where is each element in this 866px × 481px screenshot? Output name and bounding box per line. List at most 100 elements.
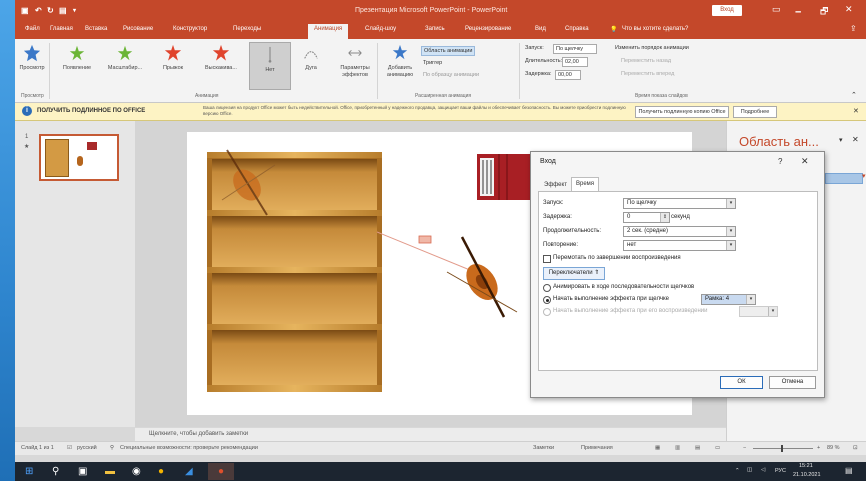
save-icon[interactable]: ▣ [21,6,29,15]
effect-zoom[interactable]: Масштабир... [103,44,147,71]
dlg-delay-spin-icon[interactable]: ⇕ [660,213,669,222]
tray-chevron-icon[interactable]: ⌃ [735,468,740,474]
animation-item-bar[interactable] [825,173,863,184]
notifications-icon[interactable]: ▤ [845,466,853,475]
notes-bar[interactable]: Щелкните, чтобы добавить заметки [135,428,726,441]
zoom-out-icon[interactable]: − [743,445,746,451]
zoom-slider-thumb[interactable] [781,445,783,452]
start-on-play-select[interactable]: ▾ [739,306,778,317]
animation-painter-button[interactable]: По образцу анимации [423,72,479,78]
zoom-slider[interactable] [753,448,813,449]
reading-view-icon[interactable]: ▤ [695,445,700,451]
pane-close-icon[interactable]: ✕ [852,135,859,144]
animation-item-dropdown-icon[interactable]: ▾ [862,172,866,180]
restore-button[interactable]: 🗗 [820,4,828,20]
tab-insert[interactable]: Вставка [85,26,107,32]
tab-record[interactable]: Запись [425,26,445,32]
animation-pane-button[interactable]: Область анимации [421,46,476,56]
search-icon[interactable]: ⚲ [52,466,59,477]
customize-qa-icon[interactable]: ▾ [73,7,76,14]
slideshow-view-icon[interactable]: ▭ [715,445,720,451]
tab-view[interactable]: Вид [535,26,546,32]
dialog-close-icon[interactable]: ✕ [801,156,809,167]
dlg-repeat-select[interactable]: нет ▾ [623,240,736,251]
effect-options-button[interactable]: Параметры эффектов [337,44,373,79]
comments-button[interactable]: Примечания [581,445,613,451]
violin-small-image[interactable] [217,140,277,222]
effect-appear[interactable]: Появление [55,44,99,71]
animate-seq-radio[interactable] [543,284,551,292]
dlg-start-select[interactable]: По щелчку ▾ [623,198,736,209]
clock-date[interactable]: 21.10.2021 [793,472,821,478]
tab-draw[interactable]: Рисование [123,26,153,32]
notes-button[interactable]: Заметки [533,445,554,451]
undo-icon[interactable]: ↶ [35,6,42,15]
ribbon-display-icon[interactable]: ▭ [772,4,781,15]
slide-thumbnail[interactable] [39,134,119,181]
effect-none[interactable]: Нет [249,42,291,90]
learn-more-button[interactable]: Подробнее [733,106,777,118]
start-slideshow-icon[interactable]: ▤ [59,6,67,15]
start-on-click-radio[interactable] [543,296,551,304]
dlg-duration-select[interactable]: 2 сек. (средне) ▾ [623,226,736,237]
close-button[interactable]: ✕ [845,4,853,15]
tab-file[interactable]: Файл [25,26,40,32]
telegram-icon[interactable]: ◢ [185,466,193,477]
normal-view-icon[interactable]: ▦ [655,445,660,451]
start-select[interactable]: По щелчку [553,44,597,54]
preview-button[interactable]: Просмотр [19,44,45,71]
collapse-ribbon-icon[interactable]: ⌃ [851,91,857,99]
triggers-button[interactable]: Переключатели ⇑ [543,267,605,280]
redo-icon[interactable]: ↻ [47,6,54,15]
file-explorer-icon[interactable]: ▬ [105,466,115,477]
pane-options-icon[interactable]: ▾ [839,136,843,144]
accessibility-icon[interactable]: ⚲ [110,445,114,451]
task-view-icon[interactable]: ▣ [78,466,87,477]
dialog-tab-effect[interactable]: Эффект [540,179,571,191]
network-icon[interactable]: ◫ [747,467,752,473]
start-windows-icon[interactable]: ⊞ [25,466,33,477]
volume-icon[interactable]: ◁ [761,467,765,473]
add-animation-button[interactable]: Добавить анимацию [383,44,417,79]
move-later-button[interactable]: Переместить вперед [621,71,674,77]
start-on-click-select[interactable]: Рамка: 4 ▾ [701,294,756,305]
tab-slideshow[interactable]: Слайд-шоу [365,26,396,32]
minimize-button[interactable]: 🗕 [795,4,801,20]
fit-slide-icon[interactable]: ⊡ [853,445,858,451]
tab-transitions[interactable]: Переходы [233,26,261,32]
tab-review[interactable]: Рецензирование [465,26,511,32]
info-close-icon[interactable]: ✕ [853,107,859,115]
tab-design[interactable]: Конструктор [173,26,207,32]
tab-help[interactable]: Справка [565,26,589,32]
dialog-help-icon[interactable]: ? [778,157,782,166]
rewind-checkbox[interactable] [543,255,551,263]
tab-animations[interactable]: Анимация [308,24,349,39]
violin-image[interactable] [442,232,522,322]
ok-button[interactable]: ОК [720,376,763,389]
clock-time[interactable]: 15:21 [799,463,813,469]
tell-me-search[interactable]: Что вы хотите сделать? [622,26,688,32]
trigger-button[interactable]: Триггер [423,60,442,66]
tab-home[interactable]: Главная [50,26,73,32]
duration-input[interactable]: 02,00 [562,57,588,67]
start-on-play-radio[interactable] [543,308,551,316]
effect-bounce[interactable]: Прыжок [151,44,195,71]
cancel-button[interactable]: Отмена [769,376,816,389]
effect-arc[interactable]: Дуга [293,44,329,71]
dialog-tab-timing[interactable]: Время [571,177,600,192]
accordion-image[interactable] [477,152,537,202]
dlg-delay-input[interactable]: 0 ⇕ [623,212,670,223]
share-icon[interactable]: ⇪ [850,24,857,33]
zoom-in-icon[interactable]: + [817,445,820,451]
powerpoint-taskbar-icon[interactable]: ● [208,463,234,480]
yandex-icon[interactable]: ● [158,466,164,477]
language-status[interactable]: русский [77,445,97,451]
get-genuine-button[interactable]: Получить подлинную копию Office [635,106,729,118]
signin-button[interactable]: Вход [712,5,742,16]
accessibility-status[interactable]: Специальные возможности: проверьте реком… [120,445,258,451]
slide-sorter-icon[interactable]: ▥ [675,445,680,451]
delay-input[interactable]: 00,00 [555,70,581,80]
move-earlier-button[interactable]: Переместить назад [621,58,671,64]
chrome-icon[interactable]: ◉ [132,466,141,477]
spellcheck-icon[interactable]: ☑ [67,445,72,451]
